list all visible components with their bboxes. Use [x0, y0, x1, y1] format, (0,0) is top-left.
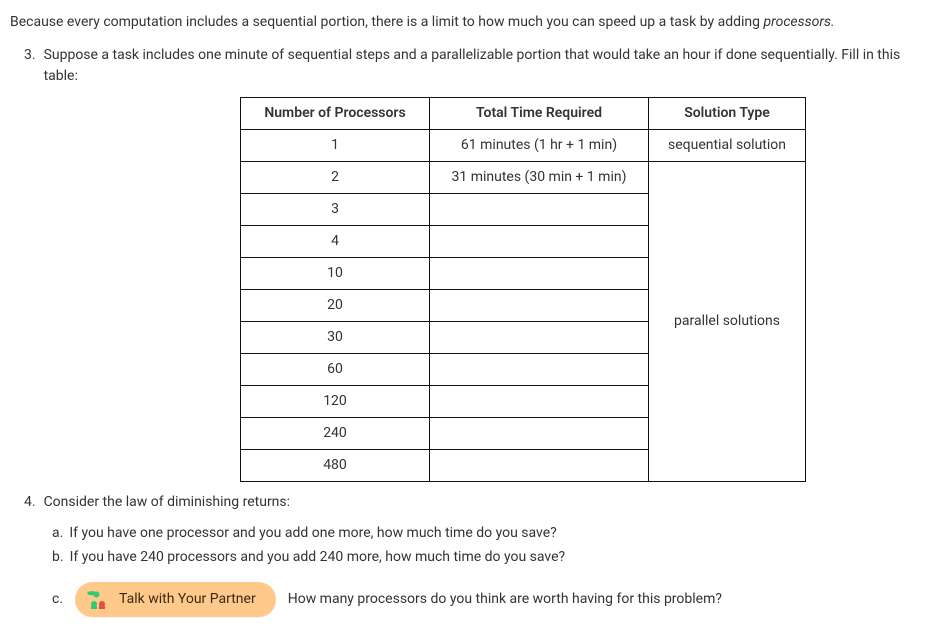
cell-proc: 4 [241, 226, 430, 258]
processors-table: Number of Processors Total Time Required… [240, 97, 806, 482]
q4c: c. Talk with Your Partner How many proce… [10, 582, 924, 617]
cell-type-parallel: parallel solutions [649, 162, 806, 482]
q4a: a. If you have one processor and you add… [52, 523, 924, 544]
cell-proc: 2 [241, 162, 430, 194]
cell-time [430, 354, 649, 386]
table-header-row: Number of Processors Total Time Required… [241, 98, 806, 130]
table-row: 1 61 minutes (1 hr + 1 min) sequential s… [241, 130, 806, 162]
q3-marker: 3. [24, 45, 36, 87]
q3-body: Suppose a task includes one minute of se… [44, 45, 924, 87]
cell-time [430, 322, 649, 354]
intro-pre: Because every computation includes a seq… [10, 14, 763, 30]
partner-icon [87, 591, 109, 609]
cell-proc: 20 [241, 290, 430, 322]
cell-proc: 120 [241, 386, 430, 418]
intro-em: processors. [763, 14, 834, 30]
q4c-text: How many processors do you think are wor… [288, 589, 722, 610]
q4b-marker: b. [52, 547, 64, 568]
cell-type: sequential solution [649, 130, 806, 162]
th-processors: Number of Processors [241, 98, 430, 130]
q4-marker: 4. [24, 492, 36, 513]
q4a-text: If you have one processor and you add on… [69, 523, 556, 544]
cell-time [430, 258, 649, 290]
intro-text: Because every computation includes a seq… [10, 12, 924, 33]
cell-proc: 480 [241, 450, 430, 482]
cell-proc: 30 [241, 322, 430, 354]
cell-time [430, 226, 649, 258]
cell-time [430, 418, 649, 450]
cell-proc: 3 [241, 194, 430, 226]
cell-proc: 1 [241, 130, 430, 162]
cell-time [430, 386, 649, 418]
q4a-marker: a. [52, 523, 63, 544]
q4c-marker: c. [52, 589, 63, 610]
talk-with-partner-pill[interactable]: Talk with Your Partner [75, 582, 276, 617]
cell-time: 31 minutes (30 min + 1 min) [430, 162, 649, 194]
q4-body: Consider the law of diminishing returns: [44, 492, 924, 513]
question-3: 3. Suppose a task includes one minute of… [10, 45, 924, 87]
cell-time: 61 minutes (1 hr + 1 min) [430, 130, 649, 162]
q4-subitems: a. If you have one processor and you add… [10, 523, 924, 568]
talk-pill-label: Talk with Your Partner [119, 589, 256, 610]
table-row: 2 31 minutes (30 min + 1 min) parallel s… [241, 162, 806, 194]
cell-time [430, 450, 649, 482]
th-type: Solution Type [649, 98, 806, 130]
cell-proc: 240 [241, 418, 430, 450]
cell-time [430, 194, 649, 226]
cell-proc: 10 [241, 258, 430, 290]
cell-proc: 60 [241, 354, 430, 386]
q4b: b. If you have 240 processors and you ad… [52, 547, 924, 568]
th-time: Total Time Required [430, 98, 649, 130]
cell-time [430, 290, 649, 322]
q4b-text: If you have 240 processors and you add 2… [70, 547, 566, 568]
question-4: 4. Consider the law of diminishing retur… [10, 492, 924, 513]
